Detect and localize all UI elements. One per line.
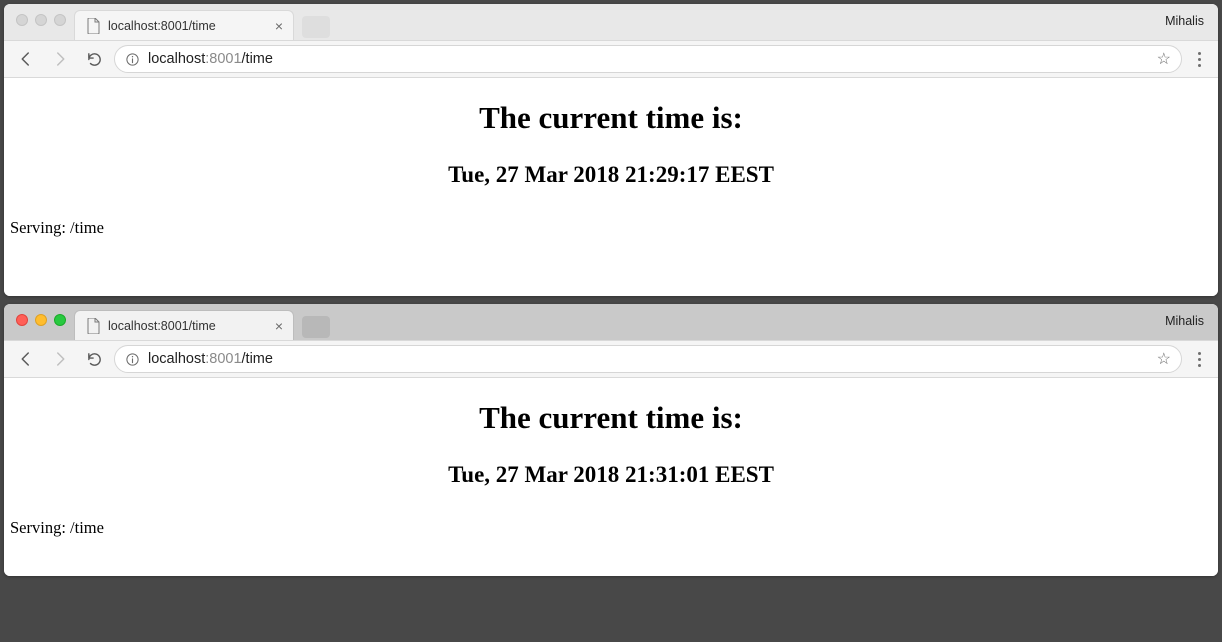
nav-forward-button[interactable] — [46, 345, 74, 373]
nav-back-button[interactable] — [12, 45, 40, 73]
tab-close-icon[interactable]: × — [275, 319, 283, 333]
page-heading: The current time is: — [10, 100, 1212, 136]
browser-tab[interactable]: localhost:8001/time × — [74, 10, 294, 40]
profile-name[interactable]: Mihalis — [1165, 14, 1204, 28]
new-tab-button[interactable] — [302, 16, 330, 38]
tab-title: localhost:8001/time — [108, 319, 216, 333]
tab-title: localhost:8001/time — [108, 19, 216, 33]
addr-path: /time — [242, 351, 273, 367]
page-serving-line: Serving: /time — [10, 518, 1212, 538]
addr-port: :8001 — [205, 51, 241, 67]
address-bar[interactable]: localhost:8001/time ☆ — [114, 45, 1182, 73]
site-info-icon[interactable] — [125, 352, 140, 367]
nav-reload-button[interactable] — [80, 45, 108, 73]
addr-host: localhost — [148, 351, 205, 367]
window-close-button[interactable] — [16, 14, 28, 26]
address-text: localhost:8001/time — [148, 51, 273, 67]
document-icon — [87, 318, 101, 334]
window-controls — [12, 314, 74, 326]
new-tab-button[interactable] — [302, 316, 330, 338]
profile-name[interactable]: Mihalis — [1165, 314, 1204, 328]
tab-close-icon[interactable]: × — [275, 19, 283, 33]
window-minimize-button[interactable] — [35, 314, 47, 326]
addr-host: localhost — [148, 51, 205, 67]
window-minimize-button[interactable] — [35, 14, 47, 26]
browser-window-inactive: localhost:8001/time × Mihalis localhost:… — [4, 4, 1218, 296]
tab-bar: localhost:8001/time × Mihalis — [4, 4, 1218, 40]
nav-forward-button[interactable] — [46, 45, 74, 73]
window-close-button[interactable] — [16, 314, 28, 326]
page-content: The current time is: Tue, 27 Mar 2018 21… — [4, 378, 1218, 576]
browser-menu-button[interactable] — [1188, 48, 1210, 71]
site-info-icon[interactable] — [125, 52, 140, 67]
browser-toolbar: localhost:8001/time ☆ — [4, 40, 1218, 78]
page-heading: The current time is: — [10, 400, 1212, 436]
browser-tab[interactable]: localhost:8001/time × — [74, 310, 294, 340]
page-content: The current time is: Tue, 27 Mar 2018 21… — [4, 78, 1218, 296]
addr-path: /time — [242, 51, 273, 67]
browser-window-active: localhost:8001/time × Mihalis localhost:… — [4, 304, 1218, 576]
tab-bar: localhost:8001/time × Mihalis — [4, 304, 1218, 340]
address-text: localhost:8001/time — [148, 351, 273, 367]
window-controls — [12, 14, 74, 26]
window-maximize-button[interactable] — [54, 314, 66, 326]
window-maximize-button[interactable] — [54, 14, 66, 26]
page-serving-line: Serving: /time — [10, 218, 1212, 238]
document-icon — [87, 18, 101, 34]
nav-back-button[interactable] — [12, 345, 40, 373]
page-timestamp: Tue, 27 Mar 2018 21:31:01 EEST — [10, 462, 1212, 488]
bookmark-star-icon[interactable]: ☆ — [1157, 49, 1171, 69]
addr-port: :8001 — [205, 351, 241, 367]
browser-toolbar: localhost:8001/time ☆ — [4, 340, 1218, 378]
address-bar[interactable]: localhost:8001/time ☆ — [114, 345, 1182, 373]
bookmark-star-icon[interactable]: ☆ — [1157, 349, 1171, 369]
page-timestamp: Tue, 27 Mar 2018 21:29:17 EEST — [10, 162, 1212, 188]
browser-menu-button[interactable] — [1188, 348, 1210, 371]
nav-reload-button[interactable] — [80, 345, 108, 373]
